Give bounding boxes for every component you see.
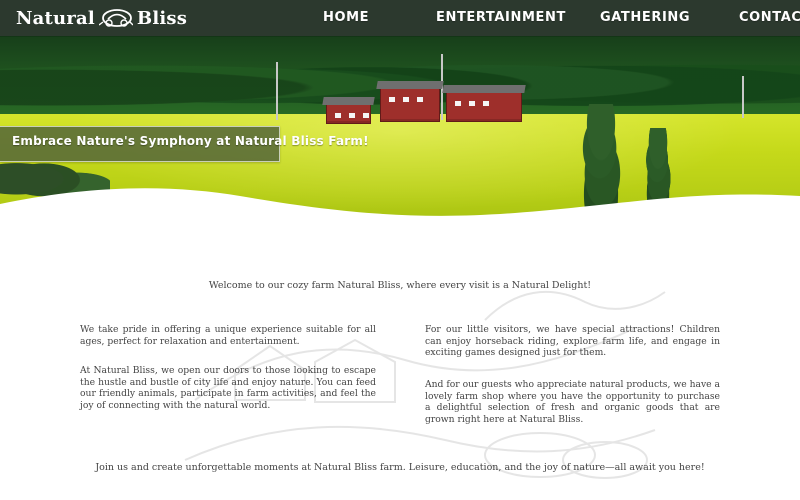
nav-home-link[interactable]: HOME [323, 8, 369, 28]
birch-tree-left [566, 104, 636, 214]
birch-tree-right [635, 128, 681, 208]
main-navigation: HOME ENTERTAINMENT GATHERING CONTACT [0, 0, 800, 36]
nav-gathering-link[interactable]: GATHERING [600, 8, 690, 28]
left-bushes [0, 158, 110, 210]
nav-entertainment-link[interactable]: ENTERTAINMENT [436, 8, 566, 28]
intro-paragraph-left-2: At Natural Bliss, we open our doors to t… [80, 365, 376, 411]
site-header: Natural Bliss HOME ENTERTAINMENT GATHERI… [0, 0, 800, 36]
welcome-message: Welcome to our cozy farm Natural Bliss, … [208, 279, 592, 291]
hero-banner-text: Embrace Nature's Symphony at Natural Bli… [12, 134, 369, 148]
red-barn-right [446, 92, 522, 122]
intro-paragraph-right-2: And for our guests who appreciate natura… [425, 379, 720, 425]
utility-pole-left [276, 62, 278, 120]
red-barn-center [380, 88, 440, 122]
intro-paragraph-right-1: For our little visitors, we have special… [425, 324, 720, 359]
closing-message: Join us and create unforgettable moments… [95, 461, 705, 473]
main-content: Welcome to our cozy farm Natural Bliss, … [0, 220, 800, 500]
red-barn-small [326, 104, 371, 124]
hero-section: Natural Bliss HOME ENTERTAINMENT GATHERI… [0, 0, 800, 220]
intro-paragraph-left-1: We take pride in offering a unique exper… [80, 324, 376, 347]
natural-bliss-home-page: Natural Bliss HOME ENTERTAINMENT GATHERI… [0, 0, 800, 500]
hero-banner: Embrace Nature's Symphony at Natural Bli… [0, 126, 369, 162]
nav-contact-link[interactable]: CONTACT [739, 8, 800, 28]
utility-pole-far-right [742, 76, 744, 118]
